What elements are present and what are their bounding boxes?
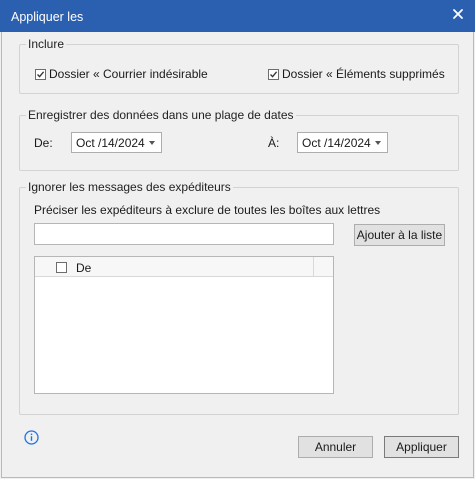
info-icon[interactable] — [24, 430, 39, 445]
junk-checkbox-box[interactable] — [35, 68, 46, 80]
from-date-label: De: — [34, 136, 53, 150]
to-date-value: Oct /14/2024 — [302, 136, 371, 150]
apply-button[interactable]: Appliquer — [384, 436, 459, 458]
deleted-items-label: Dossier « Éléments supprimés — [282, 67, 445, 81]
deleted-checkbox-box[interactable] — [268, 68, 279, 80]
checkmark-icon — [270, 70, 278, 78]
include-legend: Inclure — [26, 37, 67, 51]
to-date-label: À: — [268, 136, 280, 150]
column-divider — [313, 257, 314, 277]
exclude-senders-instruction: Préciser les expéditeurs à exclure de to… — [34, 203, 381, 217]
excluded-senders-list[interactable]: De — [34, 256, 334, 394]
window-title: Appliquer les — [11, 10, 84, 24]
sender-email-input[interactable] — [34, 223, 334, 245]
select-all-checkbox[interactable] — [56, 262, 67, 273]
to-date-picker[interactable]: Oct /14/2024 — [297, 132, 388, 153]
junk-folder-label: Dossier « Courrier indésirable — [49, 67, 208, 81]
from-date-value: Oct /14/2024 — [76, 136, 145, 150]
list-header: De — [35, 257, 333, 277]
from-date-picker[interactable]: Oct /14/2024 — [71, 132, 162, 153]
chevron-down-icon[interactable] — [375, 141, 381, 145]
ignore-senders-legend: Ignorer les messages des expéditeurs — [26, 180, 233, 194]
junk-folder-checkbox[interactable]: Dossier « Courrier indésirable — [35, 67, 208, 81]
chevron-down-icon[interactable] — [149, 141, 155, 145]
deleted-items-checkbox[interactable]: Dossier « Éléments supprimés — [268, 67, 445, 81]
close-icon[interactable] — [450, 6, 466, 22]
column-header-from[interactable]: De — [76, 261, 91, 275]
cancel-button[interactable]: Annuler — [298, 436, 373, 458]
add-to-list-button[interactable]: Ajouter à la liste — [354, 224, 445, 246]
checkmark-icon — [37, 70, 45, 78]
title-bar: Appliquer les — [0, 0, 475, 32]
date-range-legend: Enregistrer des données dans une plage d… — [26, 108, 296, 122]
